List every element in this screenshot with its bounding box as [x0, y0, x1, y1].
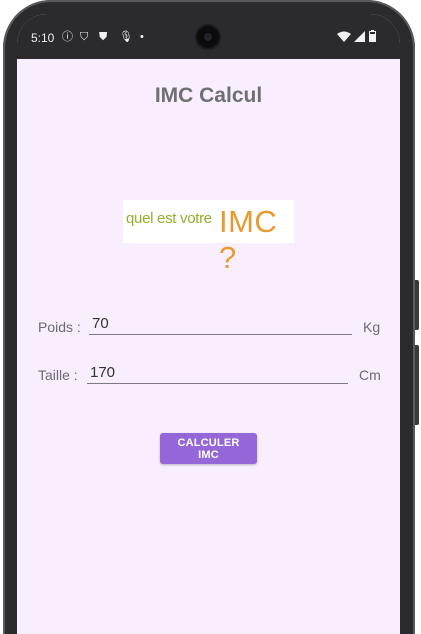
height-label: Taille :	[38, 367, 78, 383]
status-time: 5:10	[31, 31, 55, 45]
height-unit: Cm	[359, 367, 381, 383]
logo-text-small: quel est votre	[126, 210, 212, 227]
wifi-icon	[337, 31, 351, 42]
front-camera	[197, 26, 219, 48]
status-bar: 5:10 ⓘ ⛉ ⛊ 🎙 •	[17, 14, 400, 59]
vpn-shield-icon: ⛊	[99, 31, 108, 43]
height-input[interactable]	[87, 361, 348, 384]
mic-icon: 🎙	[119, 31, 133, 43]
app-screen: 5:10 ⓘ ⛉ ⛊ 🎙 • IMC Calcul quel est votre…	[17, 14, 400, 634]
imc-logo: quel est votre IMC ?	[123, 200, 294, 275]
calculate-button[interactable]: CALCULER IMC	[160, 433, 257, 464]
weight-label: Poids :	[38, 319, 81, 335]
shield-icon: ⛉	[80, 31, 89, 43]
device: 5:10 ⓘ ⛉ ⛊ 🎙 • IMC Calcul quel est votre…	[0, 0, 421, 634]
signal-icon	[354, 31, 365, 42]
weight-input[interactable]	[89, 312, 352, 335]
battery-icon	[369, 30, 376, 42]
dot-icon: •	[140, 31, 144, 43]
info-icon: ⓘ	[62, 31, 73, 43]
logo-text-big: IMC ?	[219, 204, 278, 275]
page-title: IMC Calcul	[154, 84, 263, 107]
weight-unit: Kg	[363, 319, 381, 335]
